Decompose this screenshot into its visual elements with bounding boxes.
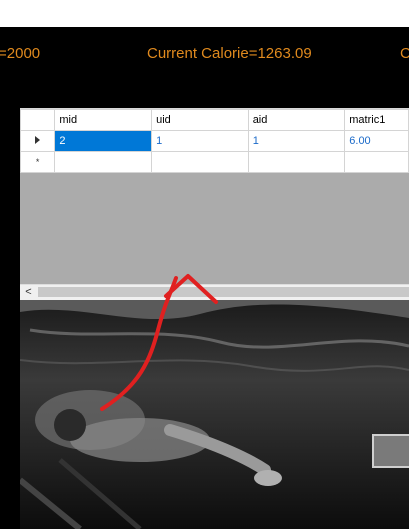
- swimmer-illustration: [20, 300, 409, 529]
- new-cell-matric1[interactable]: [344, 151, 409, 173]
- new-row[interactable]: *: [20, 151, 409, 173]
- horizontal-scrollbar[interactable]: <: [20, 284, 409, 300]
- top-strip: [0, 0, 409, 27]
- new-row-star-icon: *: [35, 157, 40, 167]
- corner-header-cell[interactable]: [20, 109, 56, 131]
- cell-uid[interactable]: 1: [151, 130, 249, 152]
- current-calorie-label: Current Calorie=1263.09: [147, 45, 312, 62]
- new-cell-aid[interactable]: [247, 151, 346, 173]
- swimmer-photo: [20, 300, 409, 529]
- row-header-new[interactable]: *: [20, 151, 56, 173]
- column-header-mid[interactable]: mid: [54, 109, 153, 131]
- column-header-aid[interactable]: aid: [247, 109, 346, 131]
- data-grid[interactable]: mid uid aid matric1 2 1 1 6.00 *: [20, 108, 409, 300]
- column-header-uid[interactable]: uid: [151, 109, 249, 131]
- target-calorie-label: =2000: [0, 45, 41, 62]
- side-button[interactable]: [372, 434, 409, 468]
- row-header-current[interactable]: [20, 130, 56, 152]
- table-row[interactable]: 2 1 1 6.00: [20, 130, 409, 152]
- current-row-arrow-icon: [35, 136, 41, 144]
- scroll-left-arrow-icon[interactable]: <: [20, 285, 37, 300]
- truncated-stat-label: C: [400, 45, 409, 62]
- cell-aid[interactable]: 1: [247, 130, 346, 152]
- header-row: mid uid aid matric1: [20, 109, 409, 131]
- column-header-matric1[interactable]: matric1: [344, 109, 409, 131]
- data-table: mid uid aid matric1 2 1 1 6.00 *: [20, 109, 409, 173]
- scroll-thumb[interactable]: [38, 287, 409, 297]
- cell-mid[interactable]: 2: [54, 130, 153, 152]
- new-cell-mid[interactable]: [54, 151, 153, 173]
- new-cell-uid[interactable]: [151, 151, 249, 173]
- cell-matric1[interactable]: 6.00: [344, 130, 409, 152]
